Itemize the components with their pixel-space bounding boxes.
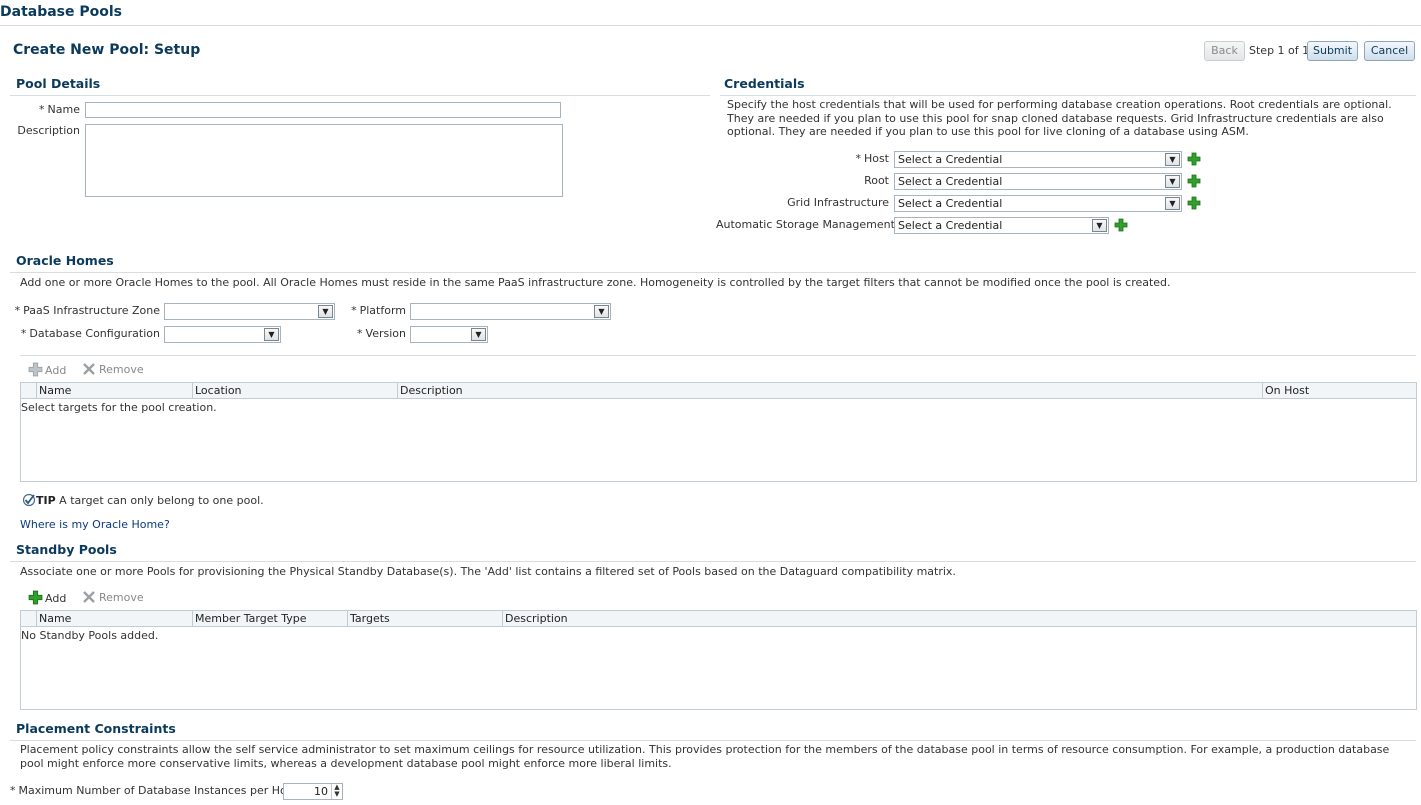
column-header-member-target-type[interactable]: Member Target Type <box>192 611 347 626</box>
add-plus-icon <box>28 590 43 605</box>
column-header-description[interactable]: Description <box>502 611 1416 626</box>
standby-pools-heading: Standby Pools <box>16 542 117 557</box>
pool-details-divider <box>10 95 710 96</box>
platform-select[interactable]: ▼ <box>410 303 611 320</box>
tip-check-icon <box>22 493 36 507</box>
add-credential-plus-icon[interactable] <box>1187 174 1201 188</box>
pool-details-heading: Pool Details <box>16 76 101 91</box>
root-credential-label: Root <box>864 174 889 187</box>
remove-x-icon <box>83 363 95 375</box>
paas-zone-select[interactable]: ▼ <box>164 303 335 320</box>
oracle-homes-heading: Oracle Homes <box>16 253 114 268</box>
placement-description: Placement policy constraints allow the s… <box>20 743 1390 770</box>
chevron-down-icon: ▼ <box>1092 219 1107 232</box>
oracle-homes-add-button[interactable]: Add <box>28 362 66 377</box>
standby-pools-table: Name Member Target Type Targets Descript… <box>20 610 1417 710</box>
max-instances-spinner[interactable]: 10 ▲ ▼ <box>283 783 343 800</box>
chevron-down-icon: ▼ <box>1165 153 1180 166</box>
grid-credential-select[interactable]: Select a Credential ▼ <box>894 195 1182 212</box>
oracle-homes-remove-button[interactable]: Remove <box>82 362 144 376</box>
submit-button[interactable]: Submit <box>1307 41 1358 61</box>
oracle-homes-table-header: Name Location Description On Host <box>21 383 1416 399</box>
oracle-homes-divider <box>10 272 1416 273</box>
standby-pools-description: Associate one or more Pools for provisio… <box>20 565 956 578</box>
host-credential-label: * Host <box>855 152 889 165</box>
version-label: * Version <box>357 327 406 340</box>
oracle-homes-description: Add one or more Oracle Homes to the pool… <box>20 276 1171 289</box>
add-credential-plus-icon[interactable] <box>1114 218 1128 232</box>
credentials-description: Specify the host credentials that will b… <box>727 98 1392 138</box>
grid-credential-label: Grid Infrastructure <box>787 196 889 209</box>
db-config-select[interactable]: ▼ <box>164 326 281 343</box>
placement-heading: Placement Constraints <box>16 721 176 736</box>
placement-divider <box>10 740 1416 741</box>
chevron-down-icon: ▼ <box>318 305 333 318</box>
page-title: Database Pools <box>0 4 123 20</box>
column-header-description[interactable]: Description <box>397 383 1262 398</box>
add-plus-icon <box>28 362 43 377</box>
asm-credential-select[interactable]: Select a Credential ▼ <box>894 217 1109 234</box>
step-indicator: Step 1 of 1 <box>1249 44 1310 57</box>
chevron-down-icon: ▼ <box>594 305 609 318</box>
back-button[interactable]: Back <box>1204 41 1245 61</box>
asm-credential-label: Automatic Storage Management <box>716 218 895 231</box>
column-header-targets[interactable]: Targets <box>347 611 502 626</box>
add-credential-plus-icon[interactable] <box>1187 152 1201 166</box>
chevron-down-icon: ▼ <box>1165 197 1180 210</box>
oracle-homes-toolbar-divider <box>20 355 1416 356</box>
column-header-location[interactable]: Location <box>192 383 397 398</box>
standby-pools-table-header: Name Member Target Type Targets Descript… <box>21 611 1416 627</box>
db-config-label: * Database Configuration <box>20 327 160 340</box>
column-header-name[interactable]: Name <box>36 611 192 626</box>
column-header-on-host[interactable]: On Host <box>1262 383 1416 398</box>
max-instances-label: * Maximum Number of Database Instances pe… <box>10 784 297 797</box>
oracle-home-help-link[interactable]: Where is my Oracle Home? <box>20 518 170 531</box>
credentials-divider <box>720 95 1416 96</box>
tip-text: A target can only belong to one pool. <box>59 494 264 507</box>
paas-zone-label: * PaaS Infrastructure Zone <box>14 304 160 317</box>
version-select[interactable]: ▼ <box>410 326 488 343</box>
name-label: * Name <box>39 103 80 116</box>
standby-pools-empty-text: No Standby Pools added. <box>21 629 159 642</box>
standby-pools-remove-button[interactable]: Remove <box>82 590 144 604</box>
oracle-homes-table: Name Location Description On Host Select… <box>20 382 1417 482</box>
tip-message: TIP A target can only belong to one pool… <box>22 493 264 507</box>
root-credential-select[interactable]: Select a Credential ▼ <box>894 173 1182 190</box>
page-title-divider <box>0 25 1421 26</box>
platform-label: * Platform <box>351 304 406 317</box>
name-input[interactable] <box>85 102 561 118</box>
credentials-heading: Credentials <box>724 76 805 91</box>
host-credential-select[interactable]: Select a Credential ▼ <box>894 151 1182 168</box>
remove-x-icon <box>83 591 95 603</box>
standby-pools-divider <box>10 561 1416 562</box>
standby-pools-add-button[interactable]: Add <box>28 590 66 605</box>
chevron-down-icon: ▼ <box>1165 175 1180 188</box>
description-label: Description <box>17 124 80 137</box>
description-textarea[interactable] <box>85 124 563 197</box>
chevron-down-icon: ▼ <box>471 328 486 341</box>
train-title: Create New Pool: Setup <box>13 42 201 58</box>
oracle-homes-empty-text: Select targets for the pool creation. <box>21 401 217 414</box>
spinner-arrows-icon[interactable]: ▲ ▼ <box>331 784 342 799</box>
cancel-button[interactable]: Cancel <box>1364 41 1415 61</box>
add-credential-plus-icon[interactable] <box>1187 196 1201 210</box>
chevron-down-icon: ▼ <box>264 328 279 341</box>
column-header-name[interactable]: Name <box>36 383 192 398</box>
tip-label: TIP <box>36 494 56 507</box>
